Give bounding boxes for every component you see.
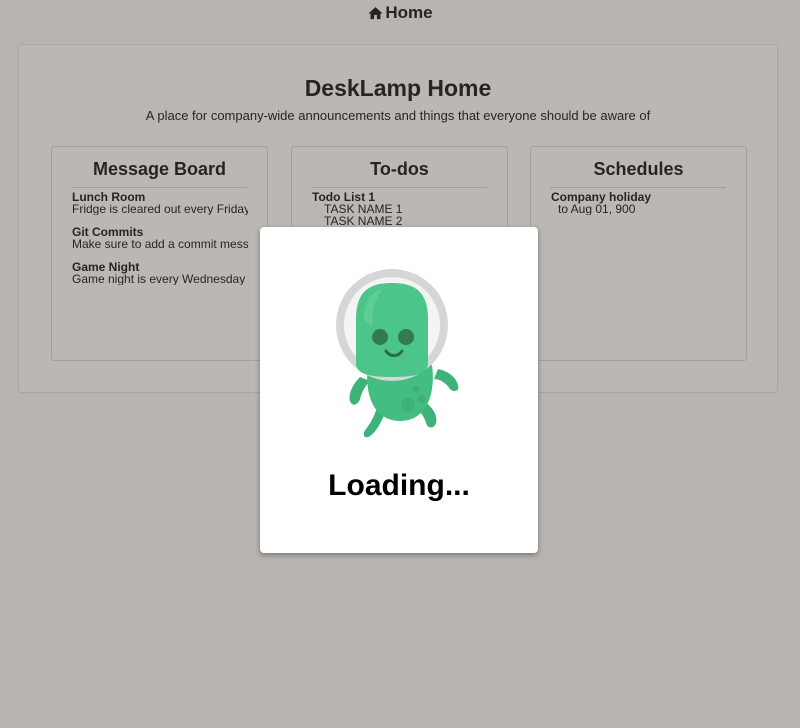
loading-text: Loading... [328,469,470,502]
loading-modal: Loading... [260,227,538,553]
astronaut-mascot-icon [334,265,466,447]
